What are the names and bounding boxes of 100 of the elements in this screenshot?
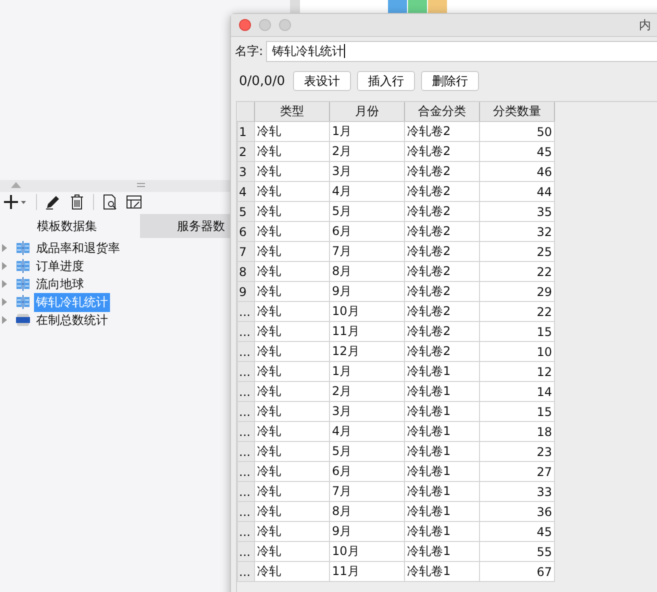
- close-button[interactable]: [239, 19, 251, 31]
- table-cell: 44: [480, 182, 554, 202]
- row-number: 6: [238, 222, 254, 242]
- tree-item[interactable]: 订单进度: [34, 256, 86, 276]
- table-cell: 2月: [330, 382, 404, 402]
- row-number: ...: [238, 382, 254, 402]
- tree-item[interactable]: 成品率和退货率: [34, 238, 122, 258]
- row-number: 1: [238, 122, 254, 142]
- table-cell: 冷轧: [254, 282, 330, 302]
- table-cell: 12: [480, 362, 554, 382]
- table-cell: 冷轧: [254, 562, 330, 582]
- row-number: ...: [238, 482, 254, 502]
- table-cell: 冷轧: [254, 262, 330, 282]
- expand-arrow-icon[interactable]: [2, 316, 7, 324]
- table-cell: 冷轧: [254, 462, 330, 482]
- trash-icon[interactable]: [69, 194, 85, 210]
- table-cell: 冷轧: [254, 242, 330, 262]
- table-cell: 冷轧: [254, 182, 330, 202]
- table-cell: 冷轧卷2: [404, 122, 480, 142]
- table-cell: 6月: [330, 462, 404, 482]
- expand-arrow-icon[interactable]: [2, 244, 7, 252]
- table-cell: 冷轧: [254, 422, 330, 442]
- table-cell: 7月: [330, 482, 404, 502]
- column-header[interactable]: 分类数量: [480, 102, 554, 122]
- toolbar-button[interactable]: 删除行: [420, 71, 479, 91]
- table-cell: 11月: [330, 322, 404, 342]
- table-cell: 10月: [330, 542, 404, 562]
- table-cell: 1月: [330, 122, 404, 142]
- tree-item[interactable]: 流向地球: [34, 274, 86, 294]
- row-number: ...: [238, 322, 254, 342]
- table-cell: 5月: [330, 442, 404, 462]
- table-cell: 55: [480, 542, 554, 562]
- toolbar-button[interactable]: 插入行: [356, 71, 415, 91]
- table-cell: 46: [480, 162, 554, 182]
- row-number: ...: [238, 342, 254, 362]
- table-cell: 冷轧: [254, 142, 330, 162]
- row-number: ...: [238, 442, 254, 462]
- table-cell: 冷轧卷2: [404, 322, 480, 342]
- toolbar-button[interactable]: 表设计: [292, 71, 351, 91]
- table-edit-icon[interactable]: [126, 194, 142, 210]
- grip-icon: [137, 183, 145, 187]
- column-header[interactable]: 月份: [330, 102, 404, 122]
- row-number: ...: [238, 422, 254, 442]
- document-search-icon[interactable]: [102, 194, 118, 210]
- color-block: [408, 0, 427, 14]
- position-text: 0/0,0/0: [239, 74, 285, 88]
- table-cell: 冷轧卷1: [404, 562, 480, 582]
- table-cell: 冷轧卷2: [404, 182, 480, 202]
- add-icon[interactable]: [4, 194, 28, 210]
- table-cell: 14: [480, 382, 554, 402]
- table-cell: 冷轧卷2: [404, 162, 480, 182]
- tree-item[interactable]: 在制总数统计: [34, 310, 110, 330]
- expand-arrow-icon[interactable]: [2, 280, 7, 288]
- table-cell: 冷轧卷1: [404, 462, 480, 482]
- table-cell: 35: [480, 202, 554, 222]
- row-number: 2: [238, 142, 254, 162]
- dataset-icon: [16, 241, 30, 255]
- minimize-button[interactable]: [259, 19, 271, 31]
- table-cell: 8月: [330, 262, 404, 282]
- table-cell: 冷轧: [254, 382, 330, 402]
- row-number: 5: [238, 202, 254, 222]
- table-cell: 4月: [330, 182, 404, 202]
- table-cell: 22: [480, 262, 554, 282]
- collapse-up-icon[interactable]: [11, 182, 21, 188]
- name-field[interactable]: 铸轧冷轧统计: [266, 40, 657, 62]
- table-cell: 25: [480, 242, 554, 262]
- table-cell: 冷轧卷1: [404, 502, 480, 522]
- table-cell: 4月: [330, 422, 404, 442]
- table-cell: 冷轧: [254, 502, 330, 522]
- table-cell: 50: [480, 122, 554, 142]
- table-cell: 33: [480, 482, 554, 502]
- row-number: ...: [238, 502, 254, 522]
- row-number: ...: [238, 402, 254, 422]
- table-cell: 冷轧: [254, 542, 330, 562]
- table-cell: 冷轧卷1: [404, 422, 480, 442]
- dataset-icon: [16, 277, 30, 291]
- row-number: 9: [238, 282, 254, 302]
- column-header[interactable]: 合金分类: [404, 102, 480, 122]
- table-cell: 10: [480, 342, 554, 362]
- table-cell: 冷轧卷1: [404, 482, 480, 502]
- table-cell: 12月: [330, 342, 404, 362]
- table-cell: 3月: [330, 402, 404, 422]
- table-cell: 3月: [330, 162, 404, 182]
- row-number: ...: [238, 362, 254, 382]
- expand-arrow-icon[interactable]: [2, 298, 7, 306]
- table-cell: 冷轧卷1: [404, 382, 480, 402]
- table-cell: 冷轧卷2: [404, 242, 480, 262]
- column-header[interactable]: 类型: [254, 102, 330, 122]
- table-cell: 冷轧卷2: [404, 202, 480, 222]
- table-cell: 冷轧: [254, 162, 330, 182]
- dataset-icon: [16, 259, 30, 273]
- table-cell: 冷轧卷1: [404, 402, 480, 422]
- zoom-button[interactable]: [279, 19, 291, 31]
- table-cell: 冷轧卷2: [404, 222, 480, 242]
- table-cell: 15: [480, 402, 554, 422]
- expand-arrow-icon[interactable]: [2, 262, 7, 270]
- table-cell: 45: [480, 142, 554, 162]
- table-cell: 67: [480, 562, 554, 582]
- pencil-icon[interactable]: [45, 194, 61, 210]
- color-block: [388, 0, 407, 14]
